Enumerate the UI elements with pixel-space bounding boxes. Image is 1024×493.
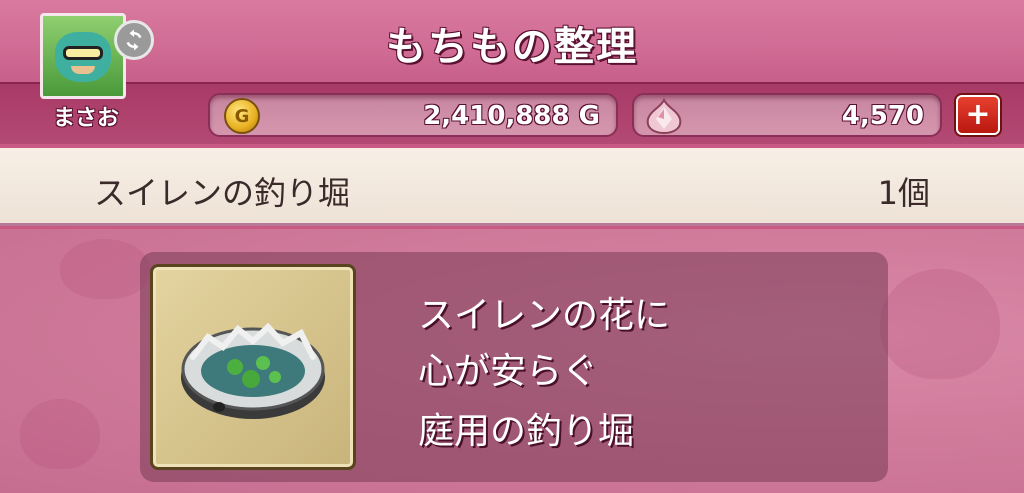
item-name: スイレンの釣り堀: [94, 174, 351, 212]
player-avatar[interactable]: [40, 13, 126, 99]
item-name-bar: スイレンの釣り堀 1個: [0, 148, 1024, 226]
refresh-icon-glyph: [126, 29, 142, 51]
item-image: [150, 264, 356, 470]
flower-silhouette: [880, 269, 1000, 379]
gem-amount: 4,570: [841, 101, 924, 131]
refresh-icon[interactable]: [114, 20, 154, 60]
gem-icon: [646, 97, 682, 135]
gold-amount: 2,410,888 G: [423, 101, 600, 131]
item-count: 1個: [877, 174, 930, 212]
description-line-2: 心が安らぐ: [418, 351, 599, 392]
leaf-silhouette: [60, 239, 150, 299]
fishing-pond-icon: [181, 322, 325, 419]
description-line-1: スイレンの花に: [418, 295, 671, 336]
description-line-3: 庭用の釣り堀: [418, 411, 635, 452]
avatar-glasses: [63, 46, 103, 60]
player-name: まさお: [52, 106, 119, 131]
add-gems-button[interactable]: +: [956, 95, 1000, 135]
gold-coin-icon: G: [224, 98, 260, 134]
gem-counter: 4,570: [632, 93, 942, 137]
slime-silhouette: [20, 399, 100, 469]
gold-counter: G 2,410,888 G: [208, 93, 618, 137]
